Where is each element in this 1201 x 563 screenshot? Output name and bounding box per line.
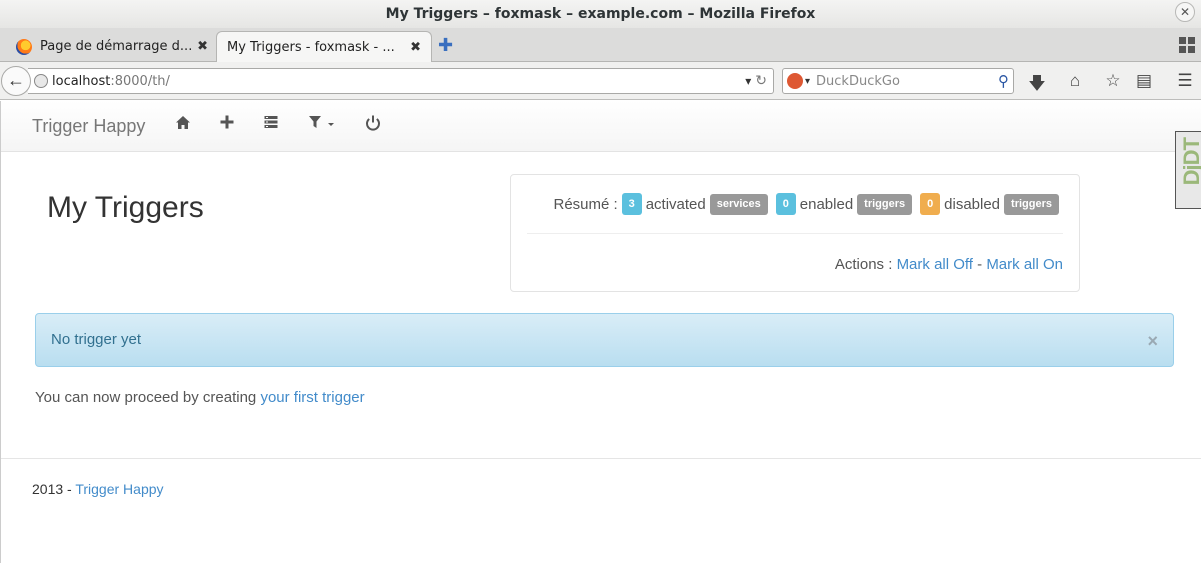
no-trigger-alert: No trigger yet × xyxy=(35,313,1174,367)
new-tab-icon[interactable]: ✚ xyxy=(438,35,453,56)
enabled-count-badge: 0 xyxy=(775,193,796,215)
add-trigger-icon[interactable] xyxy=(217,115,237,129)
search-engine-dropdown-icon[interactable]: ▾ xyxy=(805,76,810,87)
mark-all-off-link[interactable]: Mark all Off xyxy=(897,256,973,273)
search-input[interactable]: DuckDuckGo xyxy=(816,74,900,89)
tab-label: My Triggers - foxmask - ... xyxy=(227,40,395,55)
page-title: My Triggers xyxy=(47,191,204,224)
back-arrow-icon: ← xyxy=(7,70,25,90)
summary-panel: Résumé : 3 activated services 0 enabled … xyxy=(510,174,1080,292)
duckduckgo-icon xyxy=(787,73,803,89)
disabled-text: disabled xyxy=(944,195,1001,213)
brand-link[interactable]: Trigger Happy xyxy=(32,116,145,137)
activated-count-badge: 3 xyxy=(621,193,642,215)
address-bar[interactable]: localhost:8000/th/ ▾ ↻ xyxy=(28,68,774,94)
summary-divider xyxy=(527,233,1063,234)
url-history-dropdown-icon[interactable]: ▾ xyxy=(745,74,751,88)
alert-close-icon[interactable]: × xyxy=(1147,331,1158,351)
alert-message: No trigger yet xyxy=(51,331,142,348)
mark-all-on-link[interactable]: Mark all On xyxy=(986,256,1063,273)
tab-my-triggers[interactable]: My Triggers - foxmask - ... ✖ xyxy=(216,31,432,63)
downloads-icon[interactable]: 🡇 xyxy=(1026,71,1048,100)
window-titlebar: My Triggers – foxmask – example.com – Mo… xyxy=(0,0,1201,28)
bookmark-star-icon[interactable]: ☆ xyxy=(1102,71,1124,91)
back-button[interactable]: ← xyxy=(1,66,31,96)
home-icon[interactable]: ⌂ xyxy=(1064,71,1086,91)
reload-icon[interactable]: ↻ xyxy=(755,73,767,89)
djdt-label: DjDT xyxy=(1179,138,1201,186)
footer: 2013 - Trigger Happy xyxy=(32,481,164,497)
proceed-text: You can now proceed by creating your fir… xyxy=(35,389,365,406)
home-nav-icon[interactable] xyxy=(173,115,193,130)
url-path: :8000/th/ xyxy=(110,73,170,89)
footer-brand-link[interactable]: Trigger Happy xyxy=(75,481,163,497)
tab-groups-icon[interactable] xyxy=(1179,37,1195,53)
activated-text: activated xyxy=(645,195,706,213)
search-bar[interactable]: ▾ DuckDuckGo ⚲ xyxy=(782,68,1014,94)
actions-label: Actions : xyxy=(834,256,893,273)
browser-toolbar: localhost:8000/th/ ▾ ↻ ← ▾ DuckDuckGo ⚲ … xyxy=(0,62,1201,100)
bookmarks-menu-icon[interactable]: ▤ xyxy=(1133,71,1155,91)
app-navbar: Trigger Happy DjDT xyxy=(1,101,1201,209)
services-list-icon[interactable] xyxy=(261,115,281,129)
tab-start-page[interactable]: Page de démarrage d... ✖ xyxy=(6,31,218,62)
triggers-label-disabled: triggers xyxy=(1004,193,1059,215)
tab-close-icon[interactable]: ✖ xyxy=(410,40,421,55)
filter-dropdown[interactable] xyxy=(307,115,339,130)
logout-power-icon[interactable] xyxy=(363,115,383,131)
hamburger-menu-icon[interactable]: ☰ xyxy=(1174,71,1196,91)
summary-actions: Actions : Mark all Off - Mark all On xyxy=(835,256,1063,273)
tab-close-icon[interactable]: ✖ xyxy=(197,39,208,54)
tab-label: Page de démarrage d... xyxy=(40,39,192,54)
services-label: services xyxy=(709,193,768,215)
first-trigger-link[interactable]: your first trigger xyxy=(260,389,364,406)
triggers-label-enabled: triggers xyxy=(857,193,913,215)
globe-icon xyxy=(34,74,48,88)
enabled-text: enabled xyxy=(799,195,854,213)
url-host: localhost xyxy=(52,73,111,89)
tab-bar: Page de démarrage d... ✖ My Triggers - f… xyxy=(0,28,1201,63)
resume-label: Résumé : xyxy=(553,195,618,213)
summary-counts: Résumé : 3 activated services 0 enabled … xyxy=(553,193,1063,215)
search-icon[interactable]: ⚲ xyxy=(998,72,1009,90)
window-title: My Triggers – foxmask – example.com – Mo… xyxy=(385,6,816,22)
window-close-button[interactable]: ✕ xyxy=(1175,2,1195,22)
page-content: Trigger Happy DjDT My Triggers Résumé : … xyxy=(0,101,1201,563)
footer-divider xyxy=(1,458,1201,459)
actions-separator: - xyxy=(977,256,983,273)
django-debug-toolbar-handle[interactable]: DjDT xyxy=(1175,131,1201,209)
firefox-icon xyxy=(16,38,32,55)
proceed-message: You can now proceed by creating xyxy=(35,389,257,406)
footer-year: 2013 - xyxy=(32,481,72,497)
disabled-count-badge: 0 xyxy=(920,193,941,215)
